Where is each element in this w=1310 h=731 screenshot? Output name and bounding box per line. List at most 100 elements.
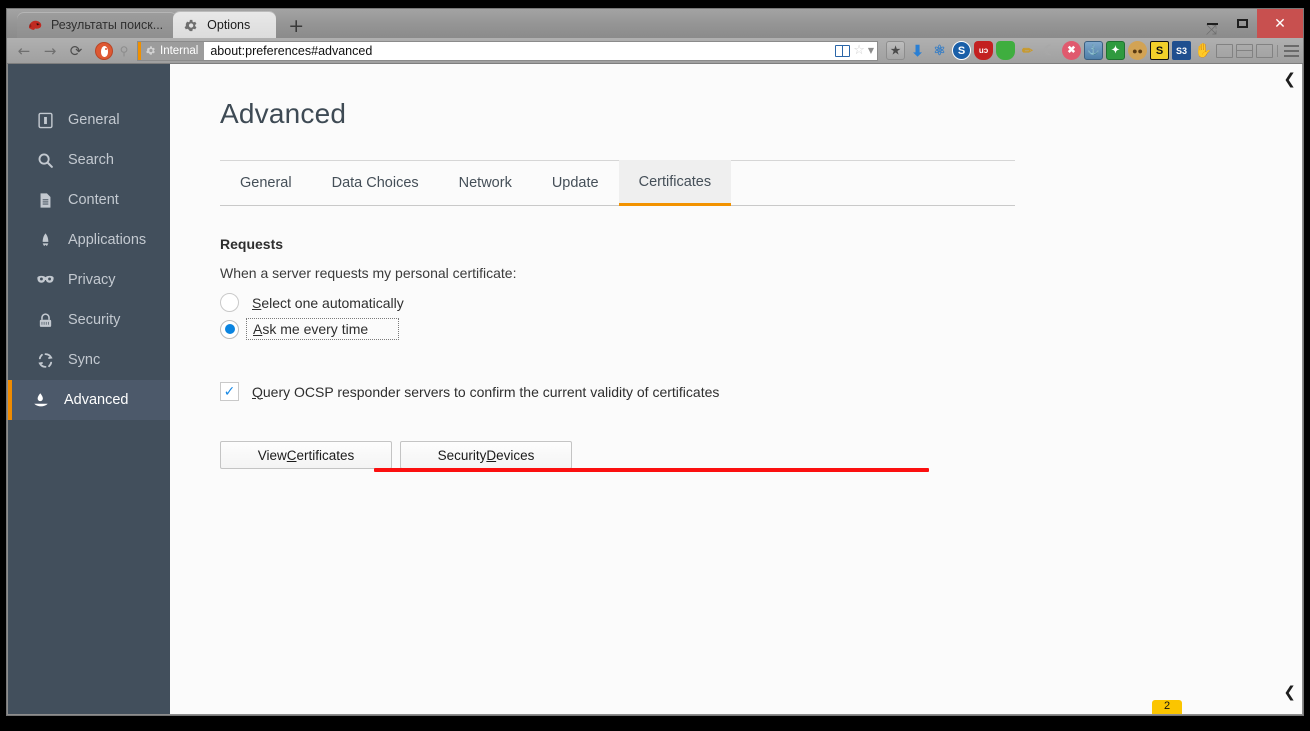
tab-general[interactable]: General (220, 160, 312, 205)
button-label-pre: View (257, 447, 287, 463)
extension-toolbar: ★ ⬇ ⚛ S uɔ ✏ ☾ ✖ ⚓ ✦ ●● S S3 ✋ (882, 41, 1213, 60)
sidebar-item-applications[interactable]: Applications (8, 220, 170, 260)
button-label-post: evices (496, 447, 535, 463)
browser-tab-options[interactable]: Options (173, 12, 277, 38)
red-highlight-underline (374, 468, 929, 472)
minimize-icon (1206, 22, 1218, 25)
maximize-icon (1236, 19, 1248, 28)
radio-button[interactable] (220, 293, 239, 312)
forward-button[interactable]: → (37, 42, 63, 60)
maximize-button[interactable] (1227, 9, 1257, 38)
accesskey-char: C (286, 447, 297, 463)
browser-tab-label: Options (207, 18, 251, 32)
sidebar-item-general[interactable]: General (8, 100, 170, 140)
chevron-down-icon[interactable]: ▼ (868, 46, 874, 55)
sidebar-item-label: Privacy (68, 272, 116, 288)
green-wand-extension[interactable]: ✦ (1106, 41, 1125, 60)
url-bar-icons: ☆ ▼ (835, 42, 877, 60)
tab-certificates[interactable]: Certificates (618, 160, 732, 206)
reload-button[interactable]: ⟳ (63, 42, 89, 60)
gray-crescent-extension[interactable]: ☾ (1040, 41, 1059, 60)
security-devices-button[interactable]: Security Devices (400, 441, 572, 469)
duckduckgo-icon[interactable] (95, 41, 113, 60)
green-shield-extension[interactable] (996, 41, 1015, 60)
checkbox-label: Query OCSP responder servers to confirm … (252, 384, 719, 400)
sidebar-item-label: Advanced (64, 392, 129, 408)
address-input[interactable] (204, 41, 836, 60)
bookmarks-star-extension[interactable]: ★ (886, 41, 905, 60)
sidebar-item-advanced[interactable]: Advanced (8, 380, 170, 420)
browser-tab-search-results[interactable]: Результаты поиск... (17, 12, 178, 38)
general-icon (34, 112, 56, 129)
reader-view-icon[interactable] (835, 44, 851, 57)
view-certificates-button[interactable]: View Certificates (220, 441, 392, 469)
blue-square-extension[interactable]: ⚓ (1084, 41, 1103, 60)
accesskey-char: S (252, 294, 262, 311)
panel-view-button[interactable] (1256, 43, 1273, 58)
bookmark-star-icon[interactable]: ☆ (853, 43, 865, 58)
yellow-badge[interactable]: 2 (1152, 700, 1182, 714)
checkbox-label-rest: uery OCSP responder servers to confirm t… (262, 383, 720, 400)
sync-icon (34, 352, 56, 369)
sidebar-item-label: Security (68, 312, 121, 328)
monkey-extension[interactable]: ●● (1128, 41, 1147, 60)
security-lock-icon (34, 312, 56, 329)
browser-window: Результаты поиск... Options + ⤨ ✕ ← → ⟳ (6, 8, 1304, 716)
content-icon (34, 192, 56, 209)
url-bar[interactable]: Internal ☆ ▼ (137, 40, 878, 61)
no-script-extension[interactable]: ✖ (1062, 41, 1081, 60)
s3-extension[interactable]: S3 (1172, 41, 1191, 60)
accesskey-char: A (253, 321, 263, 337)
sidebar-item-sync[interactable]: Sync (8, 340, 170, 380)
browser-tab-label: Результаты поиск... (51, 18, 164, 32)
hand-extension[interactable]: ✋ (1194, 41, 1213, 60)
s-yellow-extension[interactable]: S (1150, 41, 1169, 60)
minimize-button[interactable] (1197, 9, 1227, 38)
radio-label-rest: elect one automatically (261, 294, 404, 311)
back-button[interactable]: ← (11, 42, 37, 60)
broom-cleaner-extension[interactable]: ✏ (1018, 41, 1037, 60)
new-tab-button[interactable]: + (282, 14, 310, 38)
sidebar-item-content[interactable]: Content (8, 180, 170, 220)
browser-content: General Search Content Applications Priv… (7, 64, 1303, 715)
accesskey-char: D (486, 447, 497, 463)
preferences-tab-list: General Data Choices Network Update Cert… (220, 160, 1015, 206)
sidebar-item-label: General (68, 112, 120, 128)
sidebar-item-label: Sync (68, 352, 101, 368)
close-button[interactable]: ✕ (1257, 9, 1303, 38)
tab-update[interactable]: Update (532, 160, 619, 205)
red-dragon-icon (27, 17, 44, 34)
radio-ask-me-every-time[interactable]: Ask me every time (220, 318, 1302, 340)
sidebar-item-label: Content (68, 192, 119, 208)
search-icon (34, 152, 56, 169)
chemistry-extension[interactable]: ⚛ (930, 41, 949, 60)
radio-button[interactable] (220, 319, 239, 339)
sidebar-item-security[interactable]: Security (8, 300, 170, 340)
ublock-origin-extension[interactable]: uɔ (974, 41, 993, 60)
checkbox-input[interactable]: ✓ (220, 382, 239, 401)
scroll-up-chevron-icon[interactable]: ❮ (1283, 72, 1296, 87)
gear-icon (183, 17, 200, 34)
download-arrow-extension[interactable]: ⬇ (908, 41, 927, 60)
view-buttons (1213, 43, 1273, 58)
list-view-button[interactable] (1216, 43, 1233, 58)
identity-box[interactable]: Internal (138, 41, 205, 60)
scroll-down-chevron-icon[interactable]: ❮ (1283, 685, 1296, 700)
privacy-mask-icon (34, 273, 56, 287)
button-label-post: ertificates (296, 447, 355, 463)
split-view-button[interactable] (1236, 43, 1253, 58)
s-blue-extension[interactable]: S (952, 41, 971, 60)
tab-strip: Результаты поиск... Options + (17, 12, 310, 38)
radio-select-one-automatically[interactable]: Select one automatically (220, 293, 1302, 312)
tab-network[interactable]: Network (439, 160, 532, 205)
identity-label: Internal (160, 44, 199, 57)
sidebar-item-search[interactable]: Search (8, 140, 170, 180)
search-icon[interactable]: ⚲ (115, 44, 133, 58)
checkbox-query-ocsp[interactable]: ✓ Query OCSP responder servers to confir… (220, 382, 1302, 401)
radio-label-rest: sk me every time (262, 321, 369, 337)
certificate-buttons: View Certificates Security Devices (220, 441, 1302, 469)
hamburger-menu-icon[interactable] (1277, 44, 1299, 57)
sidebar-item-privacy[interactable]: Privacy (8, 260, 170, 300)
requests-description: When a server requests my personal certi… (220, 265, 517, 281)
tab-data-choices[interactable]: Data Choices (312, 160, 439, 205)
